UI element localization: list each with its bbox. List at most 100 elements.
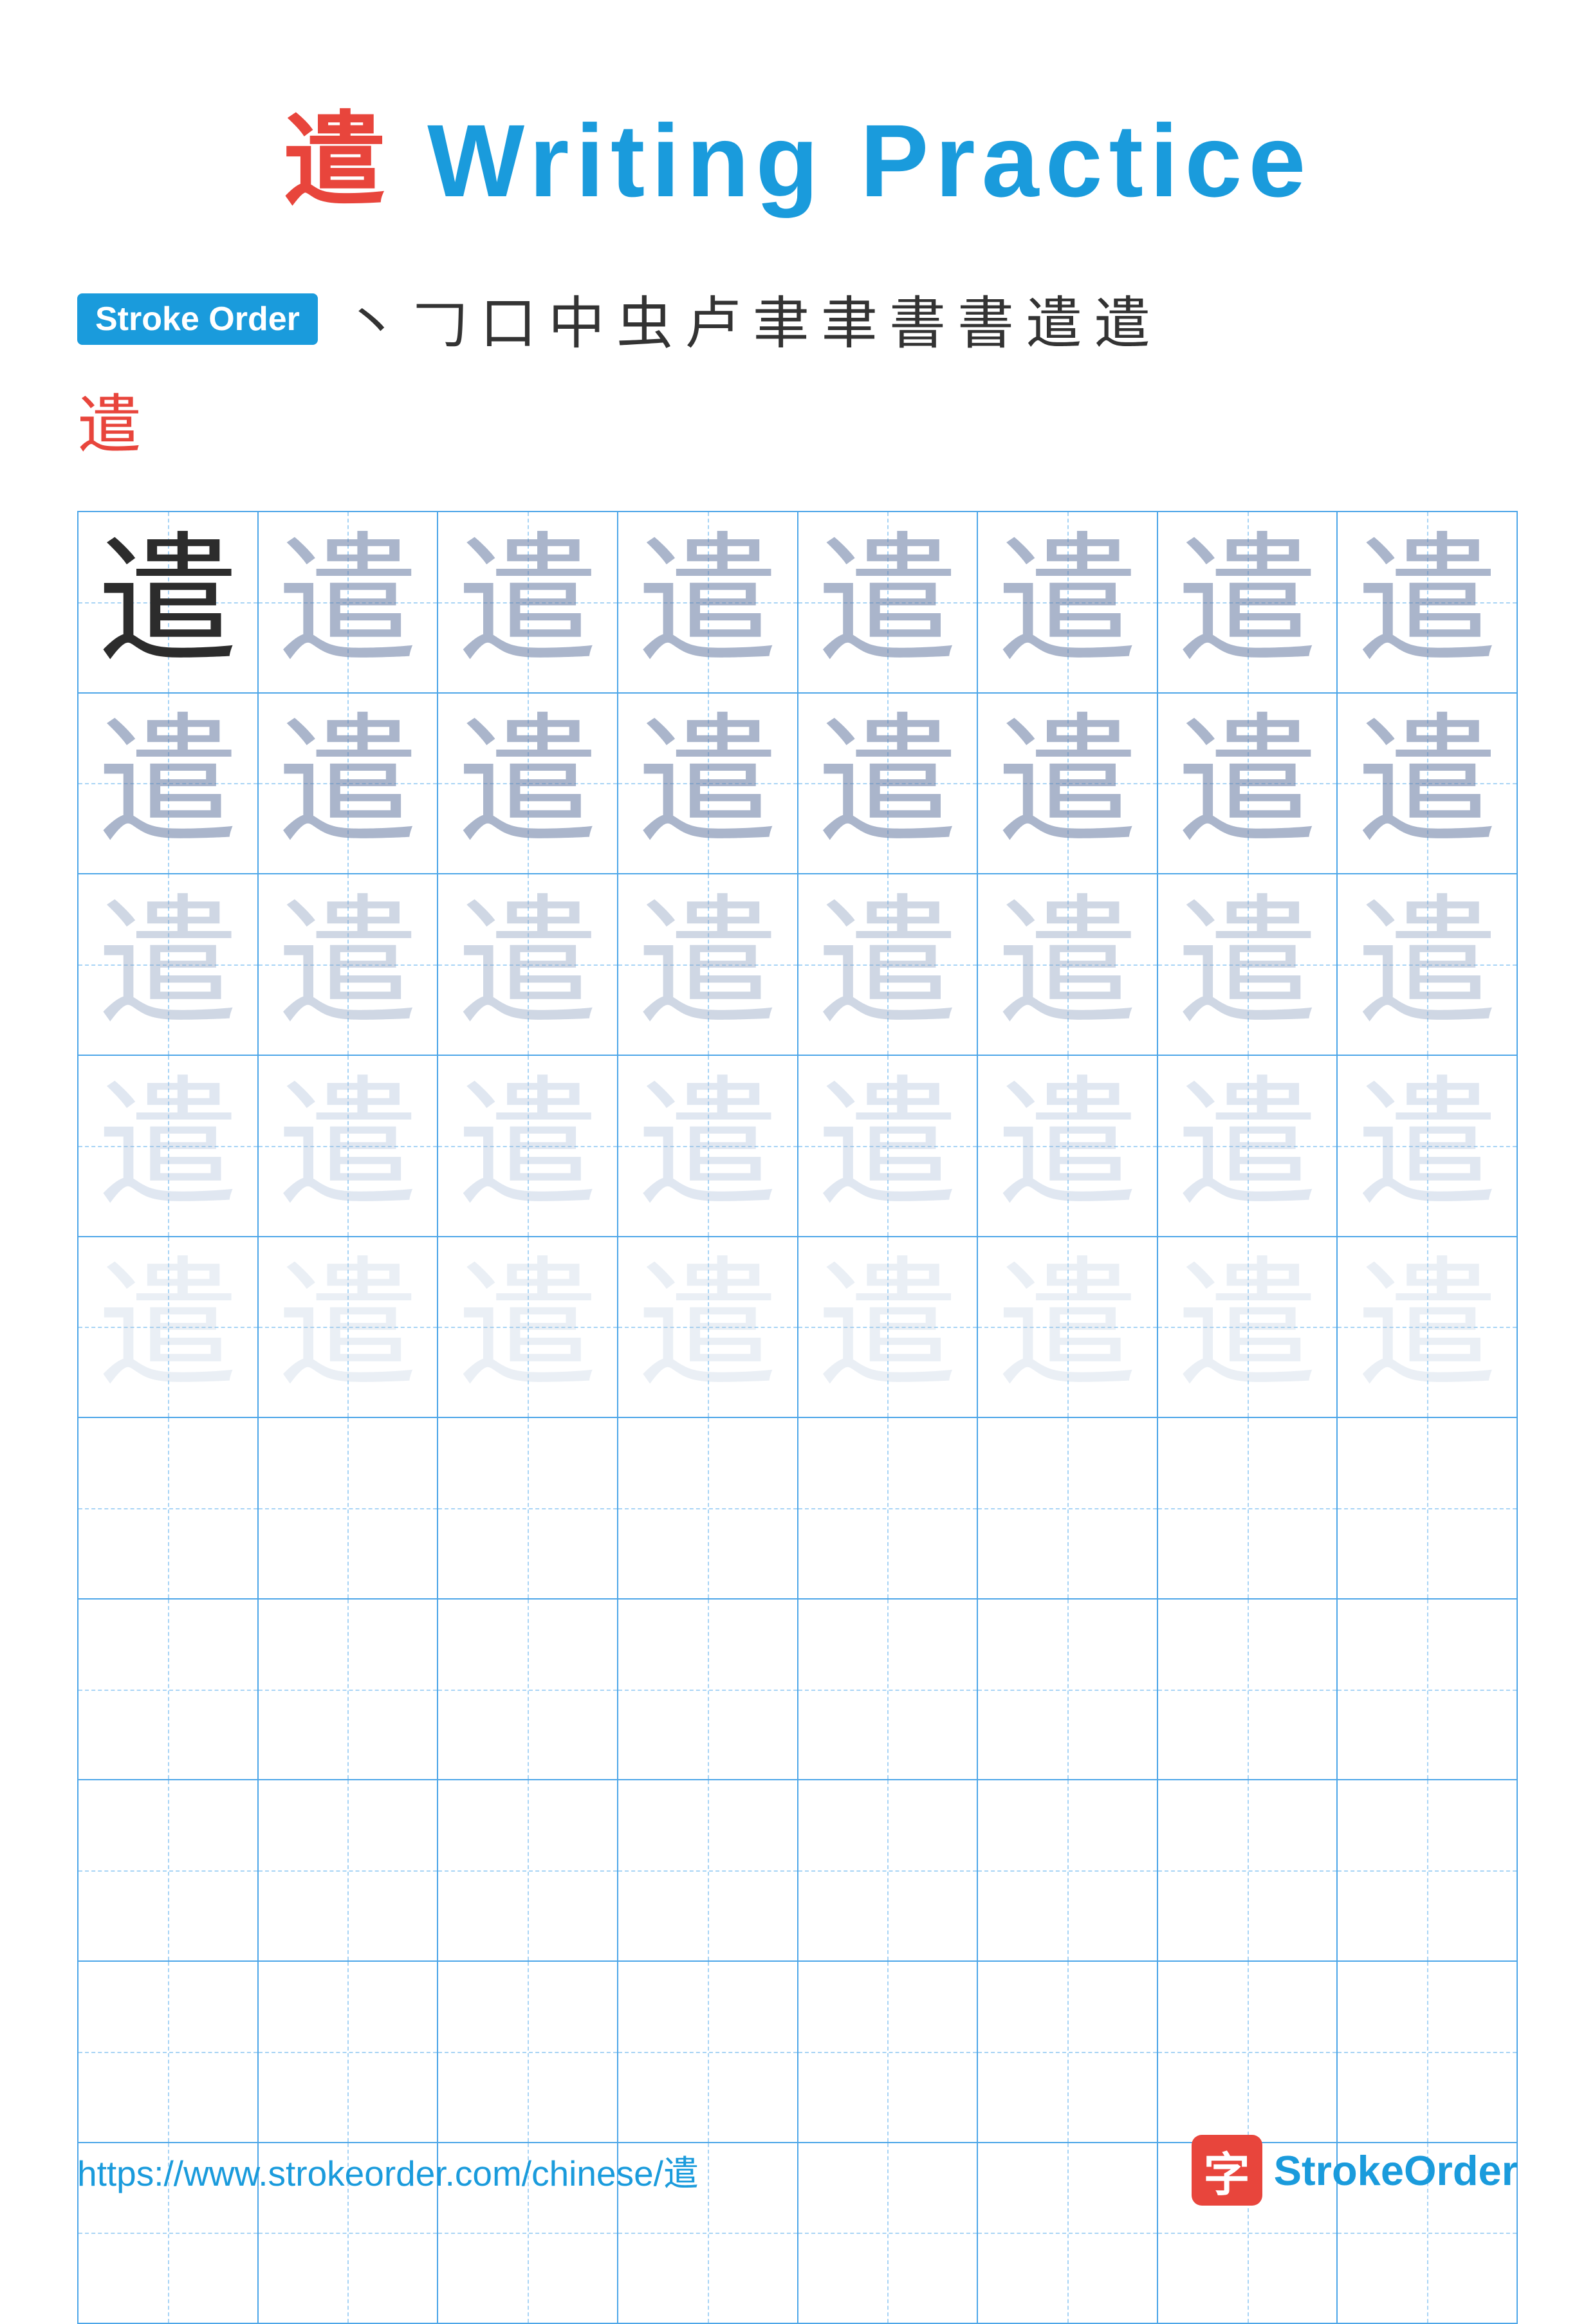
- footer-url[interactable]: https://www.strokeorder.com/chinese/遣: [77, 2144, 699, 2196]
- grid-cell[interactable]: [78, 1418, 259, 1598]
- grid-cell[interactable]: [78, 1780, 259, 1960]
- page-title: 遣 Writing Practice: [283, 77, 1313, 226]
- grid-cell[interactable]: [978, 1600, 1158, 1780]
- grid-cell[interactable]: 遣: [78, 1056, 259, 1236]
- stroke-char-5: 虫: [616, 278, 673, 360]
- grid-cell[interactable]: 遣: [978, 1056, 1158, 1236]
- practice-char: 遣: [816, 1256, 958, 1397]
- grid-row-8: [78, 1780, 1517, 1962]
- grid-cell[interactable]: 遣: [798, 1056, 979, 1236]
- grid-cell[interactable]: [438, 1600, 618, 1780]
- grid-cell[interactable]: [978, 1780, 1158, 1960]
- stroke-char-4: 中: [548, 278, 605, 360]
- grid-cell[interactable]: 遣: [438, 694, 618, 874]
- grid-cell[interactable]: [798, 1600, 979, 1780]
- practice-char: 遣: [816, 712, 958, 854]
- grid-cell[interactable]: 遣: [438, 1056, 618, 1236]
- grid-cell[interactable]: [1158, 1418, 1338, 1598]
- grid-cell[interactable]: 遣: [798, 874, 979, 1055]
- grid-cell[interactable]: 遣: [1158, 512, 1338, 692]
- grid-cell[interactable]: [618, 1962, 798, 2142]
- grid-cell[interactable]: [1158, 1962, 1338, 2142]
- grid-cell[interactable]: [438, 1962, 618, 2142]
- grid-cell[interactable]: 遣: [618, 512, 798, 692]
- grid-cell[interactable]: [259, 1418, 439, 1598]
- grid-cell[interactable]: [78, 1600, 259, 1780]
- grid-cell[interactable]: 遣: [618, 694, 798, 874]
- practice-char: 遣: [637, 1256, 779, 1397]
- grid-cell[interactable]: 遣: [1158, 874, 1338, 1055]
- grid-cell[interactable]: 遣: [259, 1056, 439, 1236]
- logo-order: Order: [1404, 2147, 1518, 2194]
- practice-char: 遣: [97, 712, 239, 854]
- grid-cell[interactable]: [259, 1780, 439, 1960]
- stroke-char-6: 卢: [685, 278, 741, 360]
- grid-cell[interactable]: 遣: [798, 1237, 979, 1417]
- grid-cell[interactable]: [1338, 1600, 1517, 1780]
- grid-cell[interactable]: [618, 1600, 798, 1780]
- grid-cell[interactable]: 遣: [1338, 1056, 1517, 1236]
- grid-cell[interactable]: 遣: [438, 874, 618, 1055]
- grid-cell[interactable]: [1338, 1780, 1517, 1960]
- grid-cell[interactable]: 遣: [618, 1237, 798, 1417]
- practice-char: 遣: [637, 531, 779, 673]
- grid-cell[interactable]: 遣: [1338, 874, 1517, 1055]
- grid-cell[interactable]: 遣: [1158, 1056, 1338, 1236]
- grid-cell[interactable]: 遣: [1158, 694, 1338, 874]
- grid-cell[interactable]: 遣: [1338, 1237, 1517, 1417]
- stroke-order-label: Stroke Order: [77, 293, 318, 345]
- practice-char: 遣: [97, 894, 239, 1035]
- grid-cell[interactable]: 遣: [978, 694, 1158, 874]
- grid-cell[interactable]: 遣: [78, 1237, 259, 1417]
- practice-char: 遣: [457, 712, 598, 854]
- grid-cell[interactable]: 遣: [1338, 694, 1517, 874]
- grid-cell[interactable]: 遣: [798, 512, 979, 692]
- stroke-char-11: 遣: [1026, 278, 1082, 360]
- grid-cell[interactable]: [1158, 1780, 1338, 1960]
- grid-cell[interactable]: 遣: [259, 694, 439, 874]
- grid-cell[interactable]: [1158, 1600, 1338, 1780]
- grid-cell[interactable]: 遣: [798, 694, 979, 874]
- stroke-char-7: 聿: [753, 278, 809, 360]
- grid-cell[interactable]: 遣: [78, 694, 259, 874]
- grid-cell[interactable]: [798, 1962, 979, 2142]
- grid-cell[interactable]: 遣: [259, 1237, 439, 1417]
- practice-char: 遣: [637, 1075, 779, 1217]
- footer-logo: 字 StrokeOrder: [1192, 2135, 1518, 2206]
- grid-cell[interactable]: 遣: [978, 874, 1158, 1055]
- grid-cell[interactable]: [438, 1780, 618, 1960]
- practice-char: 遣: [277, 1256, 418, 1397]
- grid-cell[interactable]: [798, 1418, 979, 1598]
- grid-cell[interactable]: 遣: [618, 1056, 798, 1236]
- grid-cell[interactable]: [798, 1780, 979, 1960]
- practice-char: 遣: [816, 894, 958, 1035]
- logo-char: 字: [1204, 2137, 1250, 2204]
- grid-cell[interactable]: 遣: [438, 1237, 618, 1417]
- grid-cell[interactable]: 遣: [438, 512, 618, 692]
- footer: https://www.strokeorder.com/chinese/遣 字 …: [77, 2135, 1518, 2206]
- writing-grid: 遣 遣 遣 遣 遣 遣 遣 遣 遣 遣 遣 遣 遣 遣 遣 遣 遣 遣 遣 遣 …: [77, 511, 1518, 2324]
- grid-row-1: 遣 遣 遣 遣 遣 遣 遣 遣: [78, 512, 1517, 694]
- grid-cell[interactable]: [259, 1962, 439, 2142]
- practice-char: 遣: [457, 1075, 598, 1217]
- grid-cell[interactable]: 遣: [1158, 1237, 1338, 1417]
- practice-char: 遣: [816, 531, 958, 673]
- grid-cell[interactable]: [978, 1418, 1158, 1598]
- practice-char: 遣: [277, 1075, 418, 1217]
- grid-cell[interactable]: [1338, 1962, 1517, 2142]
- grid-cell[interactable]: 遣: [259, 874, 439, 1055]
- grid-cell[interactable]: [618, 1780, 798, 1960]
- grid-cell[interactable]: 遣: [978, 512, 1158, 692]
- grid-cell[interactable]: [978, 1962, 1158, 2142]
- grid-cell[interactable]: 遣: [978, 1237, 1158, 1417]
- grid-cell[interactable]: [1338, 1418, 1517, 1598]
- grid-cell[interactable]: [259, 1600, 439, 1780]
- grid-cell[interactable]: [78, 1962, 259, 2142]
- grid-cell[interactable]: 遣: [259, 512, 439, 692]
- grid-cell[interactable]: 遣: [78, 512, 259, 692]
- grid-cell[interactable]: 遣: [78, 874, 259, 1055]
- grid-cell[interactable]: [438, 1418, 618, 1598]
- grid-cell[interactable]: 遣: [1338, 512, 1517, 692]
- grid-cell[interactable]: [618, 1418, 798, 1598]
- grid-cell[interactable]: 遣: [618, 874, 798, 1055]
